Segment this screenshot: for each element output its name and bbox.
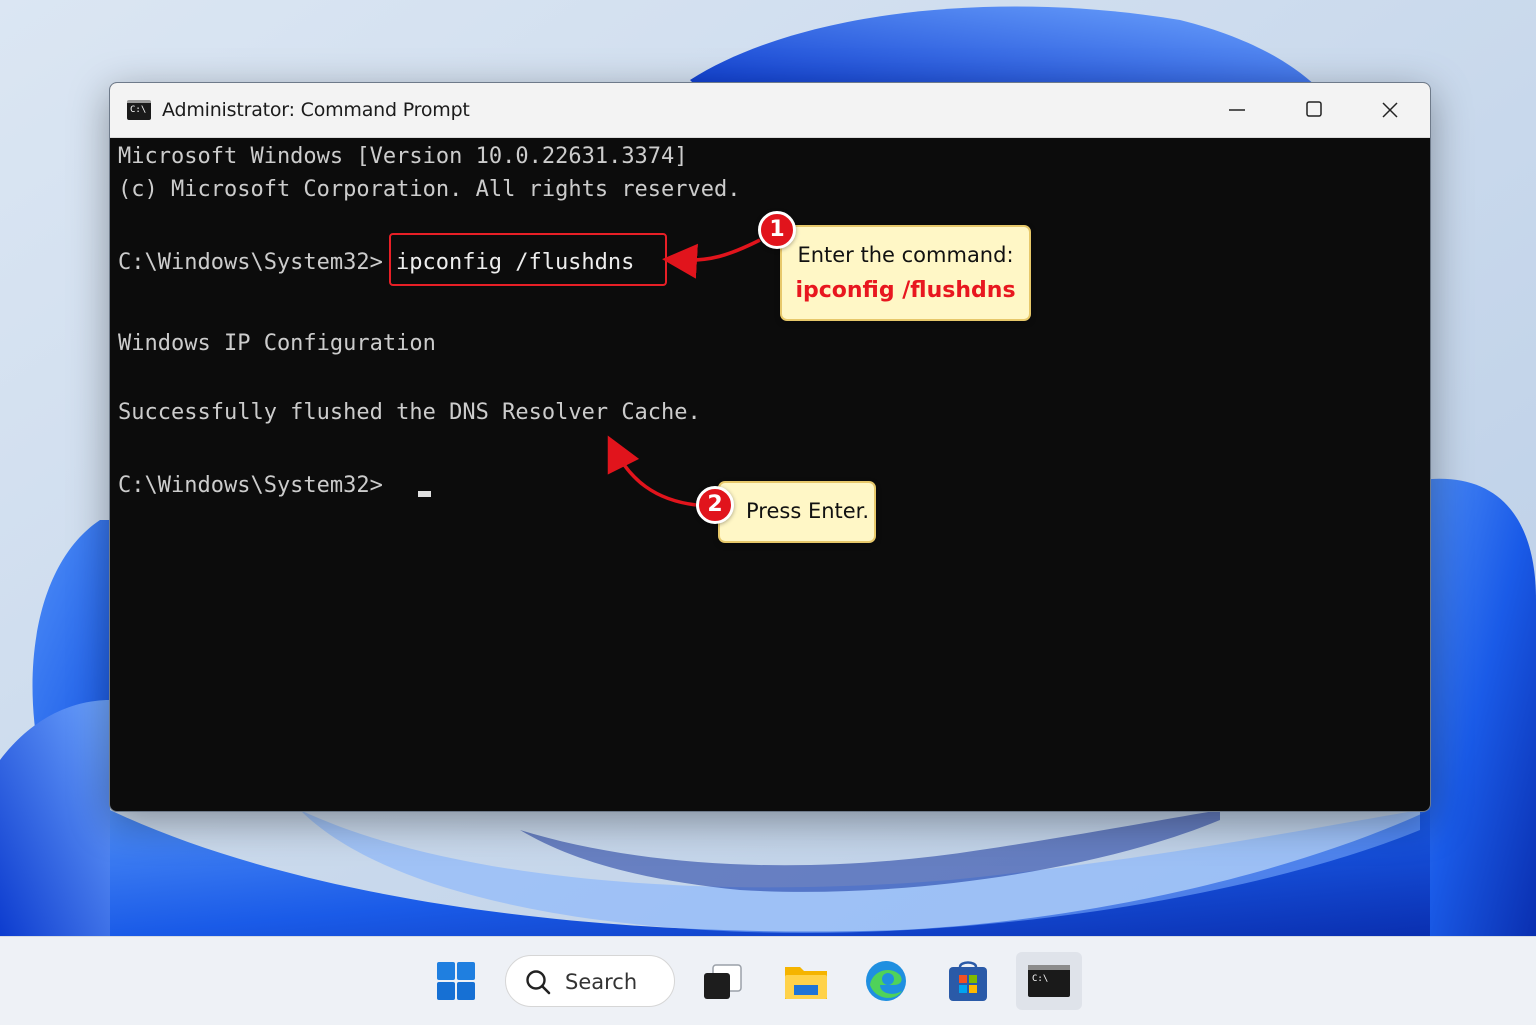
console-line-version: Microsoft Windows [Version 10.0.22631.33… xyxy=(118,144,688,169)
callout-title: Enter the command: xyxy=(797,243,1014,267)
text-cursor xyxy=(418,491,431,497)
task-view-icon[interactable] xyxy=(698,955,750,1007)
minimize-button[interactable] xyxy=(1201,83,1273,137)
command-prompt-taskbar-icon[interactable]: C:\ xyxy=(1016,952,1082,1010)
command-prompt-window: C:\ Administrator: Command Prompt Micros… xyxy=(109,82,1431,812)
search-label: Search xyxy=(565,970,638,994)
file-explorer-icon[interactable] xyxy=(780,955,832,1007)
callout-enter-command: Enter the command: ipconfig /flushdns xyxy=(780,225,1031,321)
console-prompt: C:\Windows\System32> xyxy=(118,250,383,275)
callout-press-enter: Press Enter. xyxy=(718,481,876,543)
command-highlight-box xyxy=(389,233,667,286)
svg-text:C:\: C:\ xyxy=(1032,974,1048,984)
callout-command: ipconfig /flushdns xyxy=(795,278,1016,303)
step-badge-1: 1 xyxy=(758,211,796,249)
callout-text: Press Enter. xyxy=(746,499,870,523)
title-bar[interactable]: C:\ Administrator: Command Prompt xyxy=(110,83,1430,138)
store-icon[interactable] xyxy=(942,955,994,1007)
console-line-success: Successfully flushed the DNS Resolver Ca… xyxy=(118,400,701,425)
command-prompt-icon: C:\ xyxy=(127,100,151,120)
search-icon xyxy=(526,970,551,995)
edge-icon[interactable] xyxy=(860,955,912,1007)
console-prompt-current: C:\Windows\System32> xyxy=(118,473,383,498)
console-line-copyright: (c) Microsoft Corporation. All rights re… xyxy=(118,177,741,202)
taskbar-search[interactable]: Search xyxy=(505,955,675,1007)
window-title: Administrator: Command Prompt xyxy=(162,99,470,121)
taskbar: Search C:\ xyxy=(0,936,1536,1025)
console-line-ip-config: Windows IP Configuration xyxy=(118,331,436,356)
windows-start-icon[interactable] xyxy=(430,955,482,1007)
step-badge-2: 2 xyxy=(696,486,734,524)
maximize-button[interactable] xyxy=(1278,83,1350,137)
close-button[interactable] xyxy=(1354,83,1426,137)
